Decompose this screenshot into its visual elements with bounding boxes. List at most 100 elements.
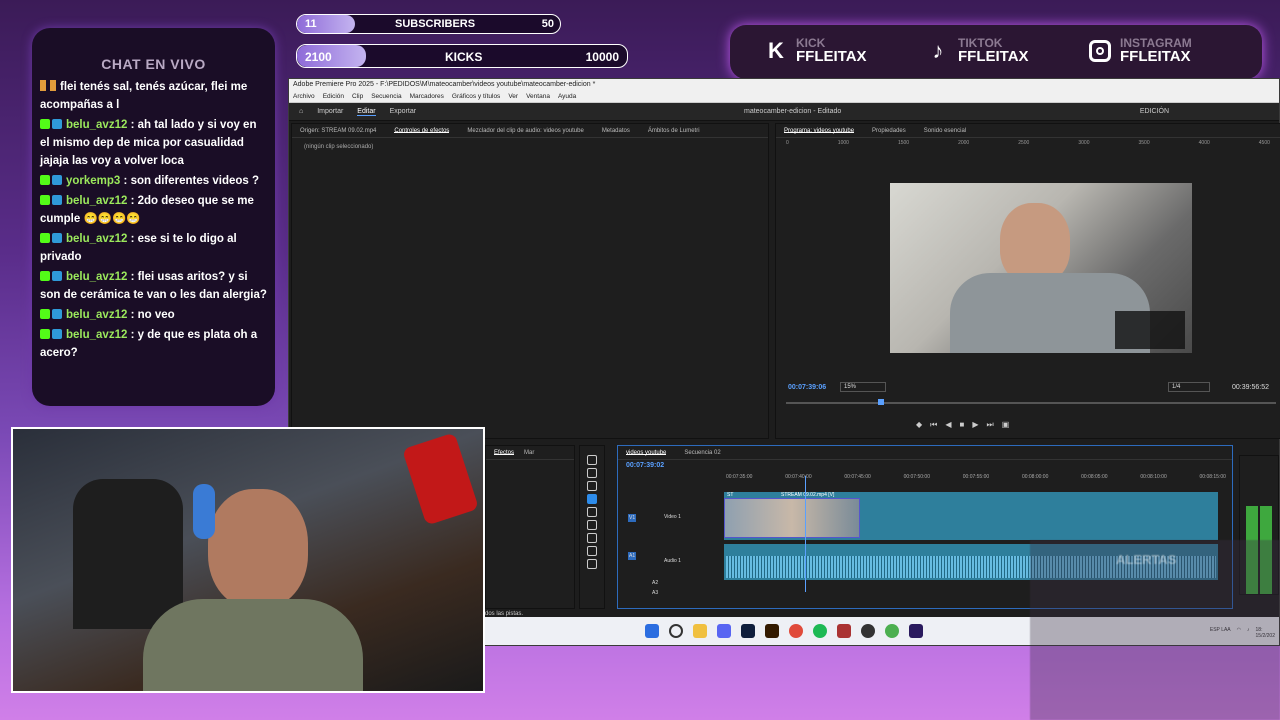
tab-marcadores[interactable]: Mar bbox=[524, 450, 534, 456]
ruler-tick: 00:07:35:00 bbox=[726, 474, 753, 480]
kick-badge-icon bbox=[40, 329, 50, 339]
menu-marcadores[interactable]: Marcadores bbox=[410, 93, 444, 101]
file-explorer-icon[interactable] bbox=[693, 624, 707, 638]
obs-icon[interactable] bbox=[861, 624, 875, 638]
tab-lumetri[interactable]: Ámbitos de Lumetri bbox=[648, 128, 700, 134]
program-scrubber[interactable] bbox=[786, 399, 1276, 405]
slip-tool-icon[interactable] bbox=[587, 507, 597, 517]
person-face bbox=[1000, 203, 1070, 283]
chat-username[interactable]: belu_avz12 bbox=[66, 119, 127, 131]
chat-message: flei tenés sal, tenés azúcar, flei me ac… bbox=[40, 78, 267, 114]
menu-archivo[interactable]: Archivo bbox=[293, 93, 315, 101]
app-icon[interactable] bbox=[837, 624, 851, 638]
discord-icon[interactable] bbox=[717, 624, 731, 638]
kick-badge-icon bbox=[40, 195, 50, 205]
track-v1-label[interactable]: V1 bbox=[628, 514, 637, 522]
tab-metadatos[interactable]: Metadatos bbox=[602, 128, 630, 134]
hand-tool-icon[interactable] bbox=[587, 546, 597, 556]
marker-icon[interactable]: ◆ bbox=[916, 420, 930, 429]
tab-exportar[interactable]: Exportar bbox=[390, 108, 416, 115]
gaming-chair bbox=[73, 479, 183, 629]
home-icon[interactable]: ⌂ bbox=[299, 108, 303, 115]
step-forward-icon[interactable]: ⏭ bbox=[987, 420, 1002, 429]
chat-username[interactable]: yorkemp3 bbox=[66, 175, 120, 187]
chat-username[interactable]: belu_avz12 bbox=[66, 309, 127, 321]
zoom-select[interactable]: 15% bbox=[840, 382, 886, 392]
chrome-alt-icon[interactable] bbox=[885, 624, 899, 638]
effect-controls-panel: Origen: STREAM 09.02.mp4 Controles de ef… bbox=[291, 123, 769, 439]
menu-edicion[interactable]: Edición bbox=[323, 93, 344, 101]
photoshop-icon[interactable] bbox=[741, 624, 755, 638]
timeline-timecode[interactable]: 00:07:39:02 bbox=[626, 462, 664, 469]
search-icon[interactable] bbox=[669, 624, 683, 638]
ruler-tick: 00:07:40:00 bbox=[785, 474, 812, 480]
windows-start-icon[interactable] bbox=[645, 624, 659, 638]
tab-origen[interactable]: Origen: STREAM 09.02.mp4 bbox=[300, 128, 376, 134]
chrome-icon[interactable] bbox=[789, 624, 803, 638]
tab-controles-efectos[interactable]: Controles de efectos bbox=[394, 128, 450, 134]
menu-graficos[interactable]: Gráficos y títulos bbox=[452, 93, 500, 101]
track-select-tool-icon[interactable] bbox=[587, 468, 597, 478]
ruler-tick: 1500 bbox=[897, 140, 910, 146]
premiere-icon[interactable] bbox=[909, 624, 923, 638]
export-frame-icon[interactable]: ▣ bbox=[1002, 420, 1018, 429]
ruler-tick: 00:07:50:00 bbox=[903, 474, 930, 480]
program-timecode[interactable]: 00:07:39:06 bbox=[788, 384, 826, 391]
ruler-tick: 00:07:45:00 bbox=[844, 474, 871, 480]
ripple-tool-icon[interactable] bbox=[587, 481, 597, 491]
track-a1-label[interactable]: A1 bbox=[628, 552, 637, 560]
menu-secuencia[interactable]: Secuencia bbox=[371, 93, 401, 101]
transport-controls: ◆⏮◀■▶⏭▣ bbox=[916, 420, 1017, 430]
selection-tool-icon[interactable] bbox=[587, 455, 597, 465]
tab-programa[interactable]: Programa: videos youtube bbox=[784, 128, 855, 134]
spotify-icon[interactable] bbox=[813, 624, 827, 638]
webcam-feed bbox=[11, 427, 485, 693]
tiktok-icon: ♪ bbox=[932, 37, 944, 63]
ruler-tick: 4500 bbox=[1258, 140, 1270, 146]
menu-ventana[interactable]: Ventana bbox=[526, 93, 550, 101]
chat-username[interactable]: belu_avz12 bbox=[66, 329, 127, 341]
step-back-icon[interactable]: ⏮ bbox=[930, 420, 945, 429]
track-video1-name: Video 1 bbox=[664, 514, 681, 520]
tab-videos-youtube[interactable]: videos youtube bbox=[626, 450, 667, 456]
chat-username[interactable]: belu_avz12 bbox=[66, 233, 127, 245]
tab-propiedades[interactable]: Propiedades bbox=[872, 128, 906, 134]
track-audio1-name: Audio 1 bbox=[664, 558, 681, 564]
play-icon[interactable]: ▶ bbox=[972, 420, 986, 429]
program-panel-tabs: Programa: videos youtube Propiedades Son… bbox=[776, 124, 1280, 138]
subscribers-label: SUBSCRIBERS bbox=[395, 18, 476, 30]
program-monitor: Programa: videos youtube Propiedades Son… bbox=[775, 123, 1280, 439]
play-back-icon[interactable]: ◀ bbox=[945, 420, 959, 429]
playhead-icon[interactable] bbox=[878, 399, 884, 405]
tab-efectos[interactable]: Efectos bbox=[494, 450, 515, 456]
sub-badge-icon bbox=[52, 119, 62, 129]
menu-ver[interactable]: Ver bbox=[508, 93, 518, 101]
razor-tool-icon[interactable] bbox=[587, 494, 597, 504]
menu-ayuda[interactable]: Ayuda bbox=[558, 93, 576, 101]
ruler-tick: 4000 bbox=[1198, 140, 1210, 146]
pen-tool-icon[interactable] bbox=[587, 520, 597, 530]
tab-mezclador-audio[interactable]: Mezclador del clip de audio: videos yout… bbox=[467, 128, 583, 134]
stop-icon[interactable]: ■ bbox=[960, 420, 973, 429]
rectangle-tool-icon[interactable] bbox=[587, 533, 597, 543]
illustrator-icon[interactable] bbox=[765, 624, 779, 638]
program-video-frame[interactable] bbox=[890, 183, 1192, 353]
tab-secuencia-02[interactable]: Secuencia 02 bbox=[684, 450, 720, 456]
chat-username[interactable]: belu_avz12 bbox=[66, 195, 127, 207]
type-tool-icon[interactable] bbox=[587, 559, 597, 569]
kick-badge-icon bbox=[40, 175, 50, 185]
chat-message-text: : son diferentes videos ? bbox=[123, 175, 260, 187]
video-clip[interactable]: ST STREAM 09.02.mp4 [V] bbox=[724, 492, 860, 538]
tab-importar[interactable]: Importar bbox=[317, 108, 343, 115]
chat-username[interactable]: belu_avz12 bbox=[66, 271, 127, 283]
timeline-playhead[interactable] bbox=[805, 476, 806, 592]
tab-editar[interactable]: Editar bbox=[357, 108, 376, 116]
workspace-edicion-label[interactable]: EDICIÓN bbox=[1140, 108, 1169, 115]
tab-sonido-esencial[interactable]: Sonido esencial bbox=[924, 128, 966, 134]
ruler-tick: 3000 bbox=[1078, 140, 1090, 146]
resolution-select[interactable]: 1/4 bbox=[1168, 382, 1210, 392]
track-a3-label[interactable]: A3 bbox=[652, 590, 658, 596]
track-a2-label[interactable]: A2 bbox=[652, 580, 658, 586]
alerts-overlay: ALERTAS bbox=[1030, 540, 1280, 720]
menu-clip[interactable]: Clip bbox=[352, 93, 363, 101]
